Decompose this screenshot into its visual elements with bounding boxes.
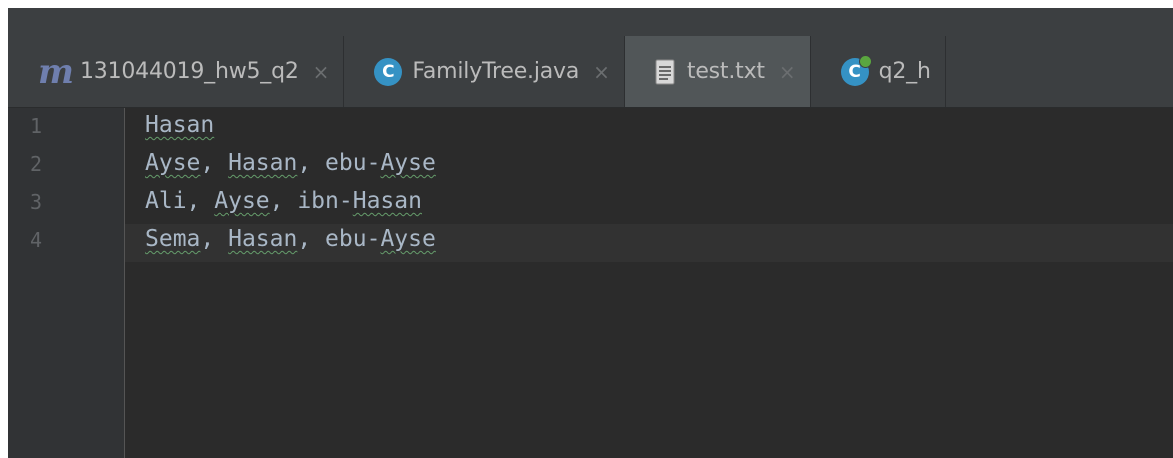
code-text: Ali, [145,188,215,214]
tab-label: test.txt [686,59,765,84]
tab-label: q2_h [878,59,931,84]
java-class-icon: C [374,57,403,86]
tab-label: FamilyTree.java [412,59,580,84]
code-line: Sema, Hasan, ebu-Ayse [145,226,436,252]
tab-test-txt[interactable]: test.txt × [624,36,811,107]
typo-word: Sema [145,226,201,252]
code-text: , ebu- [297,150,381,176]
tab-familytree-java[interactable]: C FamilyTree.java × [344,36,625,107]
code-text: , [200,150,229,176]
typo-word: Ayse [380,150,436,176]
typo-word: Ayse [145,150,201,176]
code-line: Ali, Ayse, ibn-Hasan [145,188,422,214]
line-number: 4 [30,228,43,252]
close-icon[interactable]: × [779,60,796,84]
text-editor[interactable]: Hasan Ayse, Hasan, ebu-Ayse Ali, Ayse, i… [125,108,1173,458]
code-text: , ibn- [269,188,353,214]
line-number: 3 [30,190,43,214]
code-line: Ayse, Hasan, ebu-Ayse [145,150,436,176]
java-class-with-main-icon: C [840,54,872,86]
tab-131044019-hw5-q2[interactable]: m 131044019_hw5_q2 × [8,36,345,107]
line-number: 1 [30,114,43,138]
maven-module-icon: m [38,51,74,92]
run-badge-icon [858,54,872,68]
text-file-icon [655,59,675,85]
toolbar-strip [8,8,1173,36]
close-icon[interactable]: × [593,60,610,84]
typo-word: Hasan [228,150,298,176]
typo-word: Hasan [145,112,215,138]
tab-label: 131044019_hw5_q2 [79,59,299,84]
editor-tab-bar: m 131044019_hw5_q2 × C FamilyTree.java ×… [8,36,1173,108]
typo-word: Hasan [352,188,422,214]
code-text: , ebu- [297,226,381,252]
typo-word: Hasan [228,226,298,252]
code-text: , [200,226,229,252]
typo-word: Ayse [380,226,436,252]
code-line: Hasan [145,112,214,138]
close-icon[interactable]: × [313,60,330,84]
ide-window: m 131044019_hw5_q2 × C FamilyTree.java ×… [8,8,1173,458]
line-number: 2 [30,152,43,176]
tab-q2-h[interactable]: C q2_h [811,36,946,107]
line-number-gutter: 1 2 3 4 [8,108,125,458]
typo-word: Ayse [214,188,270,214]
